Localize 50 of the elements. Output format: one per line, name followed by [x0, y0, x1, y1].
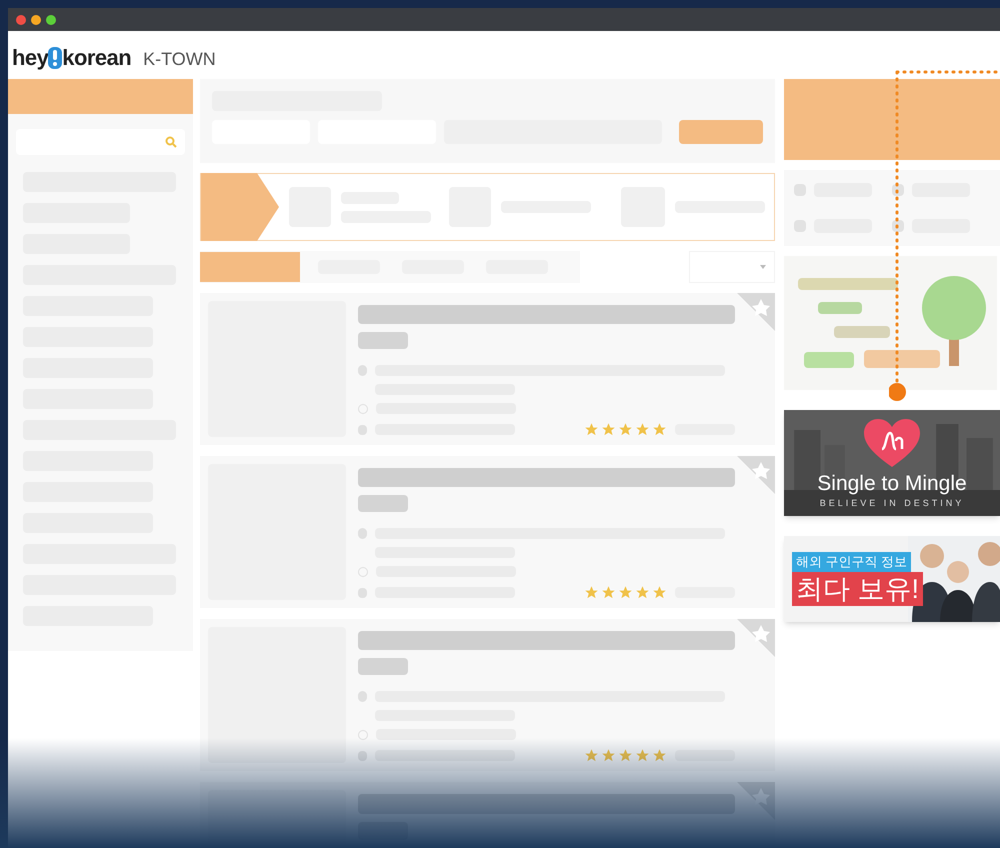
- star-icon: [652, 422, 667, 437]
- phone-icon: [358, 750, 367, 760]
- logo-text: korean: [62, 47, 132, 69]
- star-icon: [601, 748, 616, 763]
- phone-icon: [358, 588, 367, 598]
- banner-tagline: BELIEVE IN DESTINY: [820, 496, 964, 510]
- clock-icon: [358, 404, 368, 414]
- star-icon: [652, 585, 667, 600]
- maximize-window-icon[interactable]: [46, 14, 56, 24]
- logo-text: hey: [12, 47, 48, 69]
- step-arrow-icon: [201, 173, 279, 241]
- banner-title: Single to Mingle: [817, 472, 967, 494]
- placeholder-bar: [358, 494, 408, 512]
- star-icon: [652, 748, 667, 763]
- dating-banner[interactable]: Single to Mingle BELIEVE IN DESTINY: [784, 410, 1000, 516]
- clock-icon: [358, 730, 368, 740]
- star-icon: [584, 585, 599, 600]
- exclamation-logo-icon: [48, 47, 62, 69]
- section-title: K-TOWN: [143, 50, 216, 69]
- banner-headline: 해외 구인구직 정보: [792, 552, 912, 572]
- clock-icon: [358, 566, 368, 576]
- star-icon: [618, 585, 633, 600]
- placeholder-bar: [675, 750, 735, 761]
- placeholder-bar: [358, 822, 408, 840]
- star-icon: [635, 585, 650, 600]
- sort-tab[interactable]: [200, 252, 300, 282]
- pin-icon: [358, 528, 367, 539]
- star-icon: [601, 422, 616, 437]
- search-field[interactable]: [16, 129, 185, 155]
- star-icon: [601, 585, 616, 600]
- jobs-banner[interactable]: 해외 구인구직 정보 최다 보유!: [784, 536, 1000, 622]
- star-icon: [584, 748, 599, 763]
- placeholder-bar: [358, 332, 408, 349]
- search-icon: [165, 136, 177, 148]
- sort-dropdown[interactable]: [689, 251, 775, 283]
- minimize-window-icon[interactable]: [31, 14, 41, 24]
- heart-logo-icon: [864, 418, 920, 468]
- star-icon: [618, 422, 633, 437]
- placeholder-bar: [358, 658, 408, 675]
- caret-icon: [760, 265, 766, 269]
- star-icon: [635, 422, 650, 437]
- star-icon: [618, 748, 633, 763]
- phone-icon: [358, 424, 367, 434]
- star-icon: [584, 422, 599, 437]
- search-button[interactable]: [679, 120, 763, 144]
- star-icon: [635, 748, 650, 763]
- pin-icon: [358, 365, 367, 376]
- close-window-icon[interactable]: [16, 14, 26, 24]
- pin-icon: [358, 691, 367, 702]
- banner-subline: 최다 보유!: [792, 572, 924, 606]
